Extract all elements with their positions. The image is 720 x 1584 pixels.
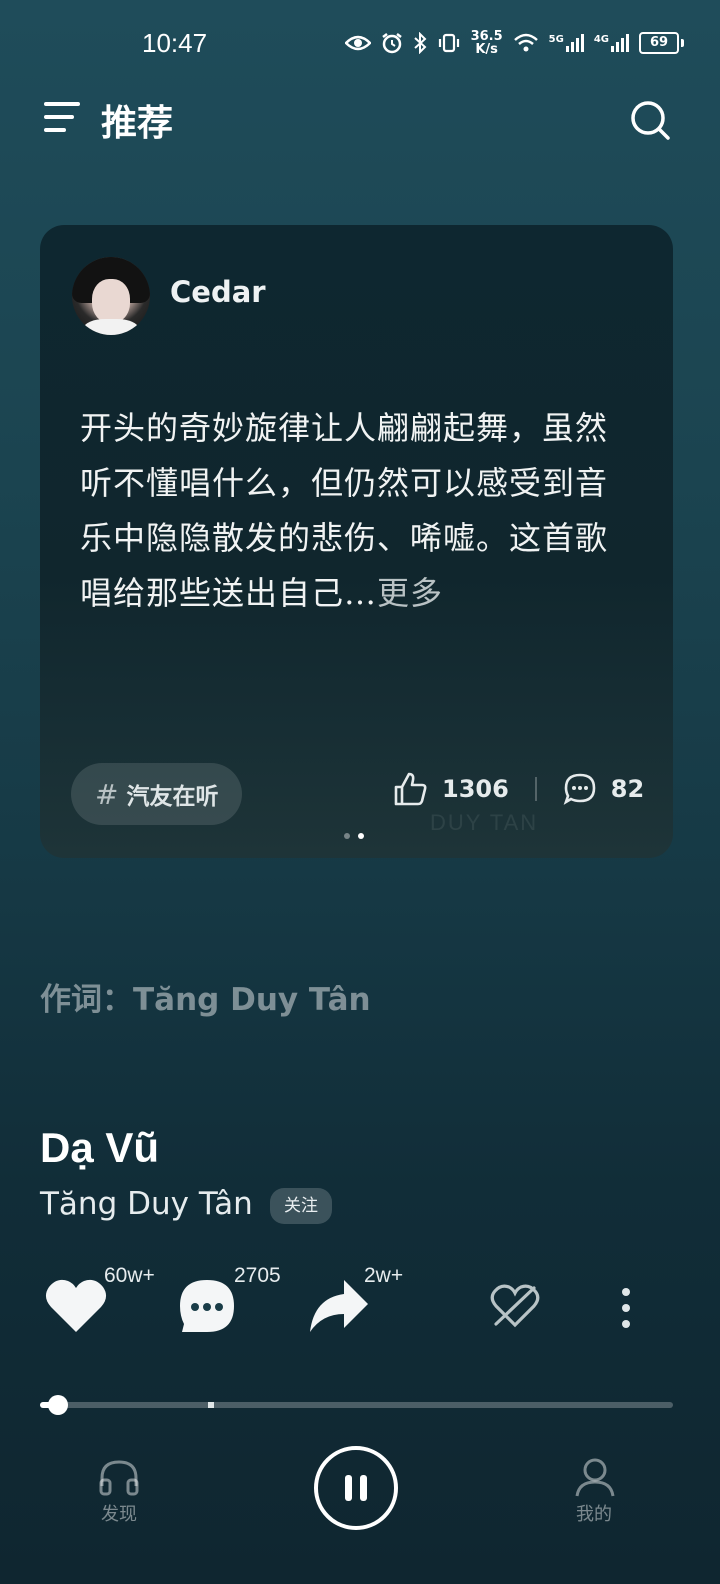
- card-stats: 1306 82: [392, 771, 644, 807]
- comment-bubble-icon[interactable]: [563, 772, 597, 806]
- page-title: 推荐: [101, 103, 174, 144]
- page-indicator: [344, 833, 364, 839]
- status-icons: 36.5 K/s 5G 4G 69: [344, 30, 684, 56]
- comment-body: 开头的奇妙旋律让人翩翩起舞，虽然听不懂唱什么，但仍然可以感受到音乐中隐隐散发的悲…: [80, 409, 609, 612]
- search-icon[interactable]: [628, 98, 672, 142]
- card-watermark: DUY TAN: [430, 810, 539, 835]
- signal-5g-label: 5G: [548, 34, 564, 45]
- comment-count-label: 2705: [234, 1264, 281, 1287]
- song-title: Dạ Vũ: [40, 1124, 160, 1171]
- page-dot: [344, 833, 350, 839]
- signal-4g: 4G: [594, 34, 629, 52]
- headphones-icon[interactable]: [98, 1458, 140, 1496]
- progress-marker: [208, 1402, 214, 1408]
- profile-icon[interactable]: [574, 1456, 616, 1498]
- pause-icon: [345, 1475, 367, 1501]
- like-count-label: 60w+: [104, 1264, 155, 1287]
- status-time: 10:47: [142, 28, 208, 58]
- like-count: 1306: [442, 775, 509, 803]
- signal-bars-icon: [611, 34, 629, 52]
- nav-discover-label[interactable]: 发现: [79, 1500, 159, 1526]
- artist-name[interactable]: Tăng Duy Tân: [40, 1186, 253, 1222]
- comment-icon[interactable]: [178, 1278, 236, 1334]
- more-vertical-icon[interactable]: [618, 1286, 634, 1330]
- comment-count: 82: [610, 775, 645, 803]
- thumb-up-icon[interactable]: [392, 771, 428, 807]
- heart-icon[interactable]: [44, 1276, 108, 1334]
- signal-4g-label: 4G: [593, 34, 609, 45]
- eye-icon: [344, 35, 371, 51]
- tag-label: 汽友在听: [126, 784, 219, 810]
- share-icon[interactable]: [308, 1278, 370, 1334]
- net-speed: 36.5 K/s: [471, 30, 503, 56]
- follow-button[interactable]: 关注: [270, 1188, 332, 1224]
- comment-text[interactable]: 开头的奇妙旋律让人翩翩起舞，虽然听不懂唱什么，但仍然可以感受到音乐中隐隐散发的悲…: [80, 401, 635, 621]
- more-link[interactable]: 更多: [377, 574, 443, 612]
- nav-mine-label[interactable]: 我的: [554, 1500, 634, 1526]
- wifi-icon: [513, 33, 538, 52]
- share-count-label: 2w+: [364, 1264, 404, 1287]
- comment-username[interactable]: Cedar: [170, 275, 266, 309]
- page-dot-active: [358, 833, 364, 839]
- progress-thumb[interactable]: [48, 1395, 68, 1415]
- signal-5g: 5G: [549, 34, 584, 52]
- signal-bars-icon: [565, 34, 584, 52]
- stats-divider: [534, 777, 537, 801]
- comment-card[interactable]: DUY TAN Cedar 开头的奇妙旋律让人翩翩起舞，虽然听不懂唱什么，但仍然…: [40, 225, 673, 858]
- lyricist-credit: 作词：Tăng Duy Tân: [40, 982, 371, 1018]
- pause-button[interactable]: [314, 1446, 398, 1530]
- hash-icon: #: [95, 777, 119, 811]
- avatar[interactable]: [72, 257, 150, 335]
- bluetooth-icon: [413, 32, 427, 54]
- battery-icon: 69: [639, 32, 679, 54]
- tag-chip[interactable]: # 汽友在听: [71, 763, 243, 825]
- battery-tip: [681, 39, 684, 47]
- menu-icon[interactable]: [44, 102, 80, 134]
- vibrate-icon: [438, 33, 459, 53]
- progress-bar[interactable]: [40, 1402, 673, 1408]
- dislike-heart-icon[interactable]: [490, 1284, 540, 1328]
- alarm-icon: [381, 33, 402, 54]
- net-speed-unit: K/s: [475, 42, 498, 57]
